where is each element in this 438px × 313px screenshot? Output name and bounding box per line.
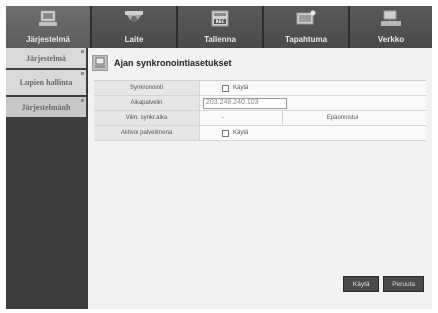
time-server-input[interactable]: 203.248.240.103 — [203, 97, 287, 109]
last-sync-status: Epäonnistui — [282, 111, 402, 125]
sidebar-item-permissions[interactable]: Lupien hallinta — [6, 70, 86, 97]
sidebar-item-label: Järjestelmänh — [21, 102, 71, 112]
sync-checkbox[interactable] — [222, 84, 229, 92]
sidebar-item-label: Lupien hallinta — [19, 78, 73, 87]
sidebar-item-system-admin[interactable]: Järjestelmänh — [6, 97, 86, 119]
app-window: Järjestelmä Laite REC Tallenna Tapahtuma… — [6, 6, 432, 309]
camera-icon — [125, 11, 143, 22]
apply-button[interactable]: Käytä — [343, 276, 380, 292]
page-title: Ajan synkronointiasetukset — [114, 58, 232, 68]
corner-marker — [81, 50, 84, 53]
panel-header: Ajan synkronointiasetukset — [92, 54, 232, 72]
tab-label: Tapahtuma — [284, 35, 328, 44]
corner-marker — [81, 99, 84, 102]
checkbox-label: Käytä — [233, 130, 249, 136]
main-panel: Ajan synkronointiasetukset Synkronointi … — [88, 48, 432, 309]
sidebar-item-system[interactable]: Järjestelmä — [6, 48, 86, 70]
form-row-active-server: Aktivoi palvelimena Käytä — [94, 126, 426, 141]
button-bar: Käytä Peruuta — [343, 276, 424, 292]
time-sync-form: Synkronointi Käytä Aikapalvelin 203.248.… — [94, 80, 426, 141]
field-label: Aikapalvelin — [94, 96, 200, 110]
network-icon — [381, 10, 401, 26]
tab-network[interactable]: Verkko — [350, 6, 432, 48]
record-icon: REC — [211, 10, 229, 27]
field-value: Käytä — [200, 126, 426, 140]
sidebar-item-label: Järjestelmä — [26, 53, 66, 63]
sidebar: Järjestelmä Lupien hallinta Järjestelmän… — [6, 48, 86, 309]
form-row-server: Aikapalvelin 203.248.240.103 — [94, 96, 426, 111]
field-value: Käytä — [200, 81, 426, 95]
form-row-last-sync: Viim. synkr.aika - Epäonnistui — [94, 111, 426, 126]
tab-label: Järjestelmä — [25, 35, 71, 44]
tab-label: Tallenna — [204, 35, 236, 44]
field-label: Synkronointi — [94, 81, 200, 95]
checkbox-label: Käytä — [233, 85, 249, 91]
corner-marker — [81, 72, 84, 75]
system-icon — [39, 10, 57, 26]
field-label: Viim. synkr.aika — [94, 111, 200, 125]
settings-panel-icon — [92, 55, 108, 71]
last-sync-value: - — [222, 115, 224, 121]
form-row-sync: Synkronointi Käytä — [94, 81, 426, 96]
top-nav: Järjestelmä Laite REC Tallenna Tapahtuma… — [6, 6, 432, 48]
tab-record[interactable]: REC Tallenna — [178, 6, 264, 48]
tab-label: Laite — [124, 35, 144, 44]
tab-label: Verkko — [377, 35, 405, 44]
tab-system[interactable]: Järjestelmä — [6, 6, 92, 48]
tab-event[interactable]: Tapahtuma — [264, 6, 350, 48]
field-value: 203.248.240.103 — [200, 96, 426, 110]
active-server-checkbox[interactable] — [222, 129, 229, 137]
tab-device[interactable]: Laite — [92, 6, 178, 48]
event-icon — [296, 10, 316, 25]
cancel-button[interactable]: Peruuta — [383, 276, 424, 292]
field-value: - Epäonnistui — [200, 111, 426, 125]
field-label: Aktivoi palvelimena — [94, 126, 200, 140]
svg-text:REC: REC — [216, 19, 225, 24]
